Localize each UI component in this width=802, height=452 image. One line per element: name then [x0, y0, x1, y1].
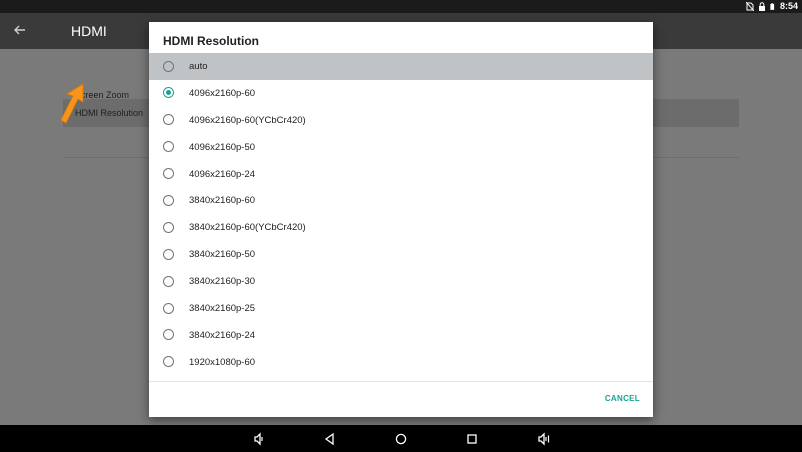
- dialog-title: HDMI Resolution: [163, 34, 259, 48]
- resolution-option[interactable]: 3840x2160p-60(YCbCr420): [149, 214, 653, 241]
- volume-up-icon[interactable]: [536, 431, 552, 447]
- pointer-arrow-icon: [60, 83, 84, 124]
- resolution-option[interactable]: 4096x2160p-60: [149, 80, 653, 107]
- resolution-option-label: 4096x2160p-24: [189, 168, 256, 180]
- back-icon[interactable]: [322, 431, 338, 447]
- battery-icon: [770, 2, 775, 10]
- radio-unchecked-icon[interactable]: [163, 248, 174, 260]
- radio-unchecked-icon[interactable]: [163, 356, 174, 368]
- hdmi-resolution-dialog: HDMI Resolution auto 4096x2160p-60 4096x21…: [149, 22, 653, 417]
- navigation-bar: [0, 425, 802, 452]
- resolution-option[interactable]: auto: [149, 53, 653, 80]
- resolution-option-label: 3840x2160p-30: [189, 276, 256, 288]
- no-sim-icon: [745, 1, 754, 11]
- resolution-options-list[interactable]: auto 4096x2160p-60 4096x2160p-60(YCbCr420)…: [149, 53, 653, 381]
- resolution-option-label: 4096x2160p-60: [189, 87, 256, 99]
- resolution-option-label: 3840x2160p-50: [189, 249, 256, 261]
- recents-icon[interactable]: [464, 431, 480, 447]
- resolution-option-label: 3840x2160p-60(YCbCr420): [189, 222, 306, 234]
- resolution-option-label: 3840x2160p-25: [189, 303, 256, 315]
- resolution-option[interactable]: 4096x2160p-60(YCbCr420): [149, 107, 653, 134]
- dialog-divider: [149, 381, 653, 382]
- resolution-option[interactable]: 3840x2160p-24: [149, 322, 653, 349]
- resolution-option[interactable]: 3840x2160p-50: [149, 241, 653, 268]
- resolution-option[interactable]: 4096x2160p-50: [149, 134, 653, 161]
- radio-unchecked-icon[interactable]: [163, 141, 174, 153]
- page-title: HDMI: [71, 23, 107, 39]
- resolution-option-label: 1920x1080p-60: [189, 356, 256, 368]
- radio-unchecked-icon[interactable]: [163, 194, 174, 206]
- resolution-option-label: 3840x2160p-60: [189, 195, 256, 207]
- screen: 8:54 HDMI HDMI Resolution Screen Zoom HD…: [0, 0, 802, 452]
- arrow-back-icon[interactable]: [12, 22, 28, 38]
- resolution-option[interactable]: 1920x1080p-60: [149, 349, 653, 376]
- radio-unchecked-icon[interactable]: [163, 168, 174, 180]
- resolution-option[interactable]: 3840x2160p-60: [149, 187, 653, 214]
- radio-unchecked-icon[interactable]: [163, 221, 174, 233]
- radio-unchecked-icon[interactable]: [163, 60, 174, 72]
- resolution-option[interactable]: 3840x2160p-25: [149, 295, 653, 322]
- resolution-option[interactable]: 4096x2160p-24: [149, 161, 653, 188]
- radio-checked-icon[interactable]: [163, 87, 174, 99]
- status-time: 8:54: [779, 1, 798, 11]
- volume-down-icon[interactable]: [251, 431, 267, 447]
- status-bar: 8:54: [0, 0, 802, 13]
- radio-unchecked-icon[interactable]: [163, 302, 174, 314]
- lock-icon: [758, 1, 765, 11]
- resolution-option-label: 4096x2160p-50: [189, 141, 256, 153]
- resolution-option-label: auto: [189, 61, 208, 72]
- radio-unchecked-icon[interactable]: [163, 329, 174, 341]
- resolution-option-label: 3840x2160p-24: [189, 329, 256, 341]
- radio-unchecked-icon[interactable]: [163, 275, 174, 287]
- radio-unchecked-icon[interactable]: [163, 114, 174, 126]
- resolution-option-label: 4096x2160p-60(YCbCr420): [189, 114, 306, 126]
- cancel-button[interactable]: CANCEL: [605, 394, 640, 403]
- home-icon[interactable]: [393, 431, 409, 447]
- resolution-option[interactable]: 3840x2160p-30: [149, 268, 653, 295]
